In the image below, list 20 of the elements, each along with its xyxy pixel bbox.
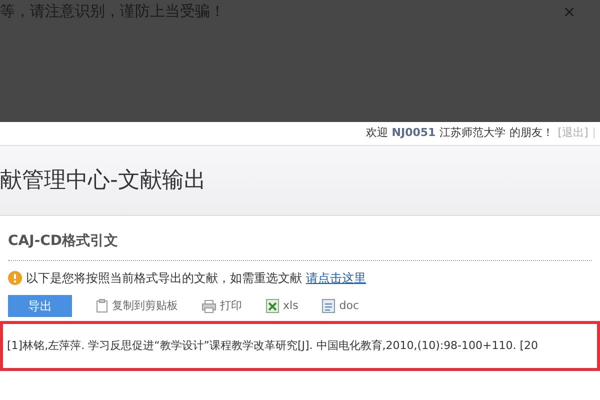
notice-text: 以下是您将按照当前格式导出的文献，如需重选文献 (26, 270, 302, 287)
warning-icon (8, 271, 22, 285)
export-button[interactable]: 导出 (8, 295, 72, 317)
organization-name: 江苏师范大学 (440, 125, 506, 142)
reselect-link[interactable]: 请点击这里 (306, 269, 366, 287)
user-id: NJ0051 (392, 125, 436, 142)
toolbar-link[interactable]: 打印 (220, 298, 242, 314)
document-icon (322, 299, 336, 313)
separator-text: | (592, 125, 596, 142)
section-title: CAJ-CD格式引文 (8, 231, 592, 261)
toolbar-link[interactable]: doc (339, 298, 360, 314)
toolbar-link[interactable]: 复制到剪贴板 (112, 298, 178, 314)
clipboard-icon (96, 299, 108, 313)
welcome-suffix: 的朋友！ (510, 125, 554, 142)
welcome-text: 欢迎 (366, 125, 388, 142)
toolbar-link[interactable]: xls (283, 298, 298, 314)
citation-text: [1]林铭,左萍萍. 学习反思促进“教学设计”课程教学改革研究[J]. 中国电化教育,2010,(10):98-100+110. [20 (7, 338, 540, 354)
page-title: 献管理中心-文献输出 (0, 167, 206, 195)
printer-icon (202, 300, 216, 312)
spreadsheet-icon (266, 299, 279, 313)
